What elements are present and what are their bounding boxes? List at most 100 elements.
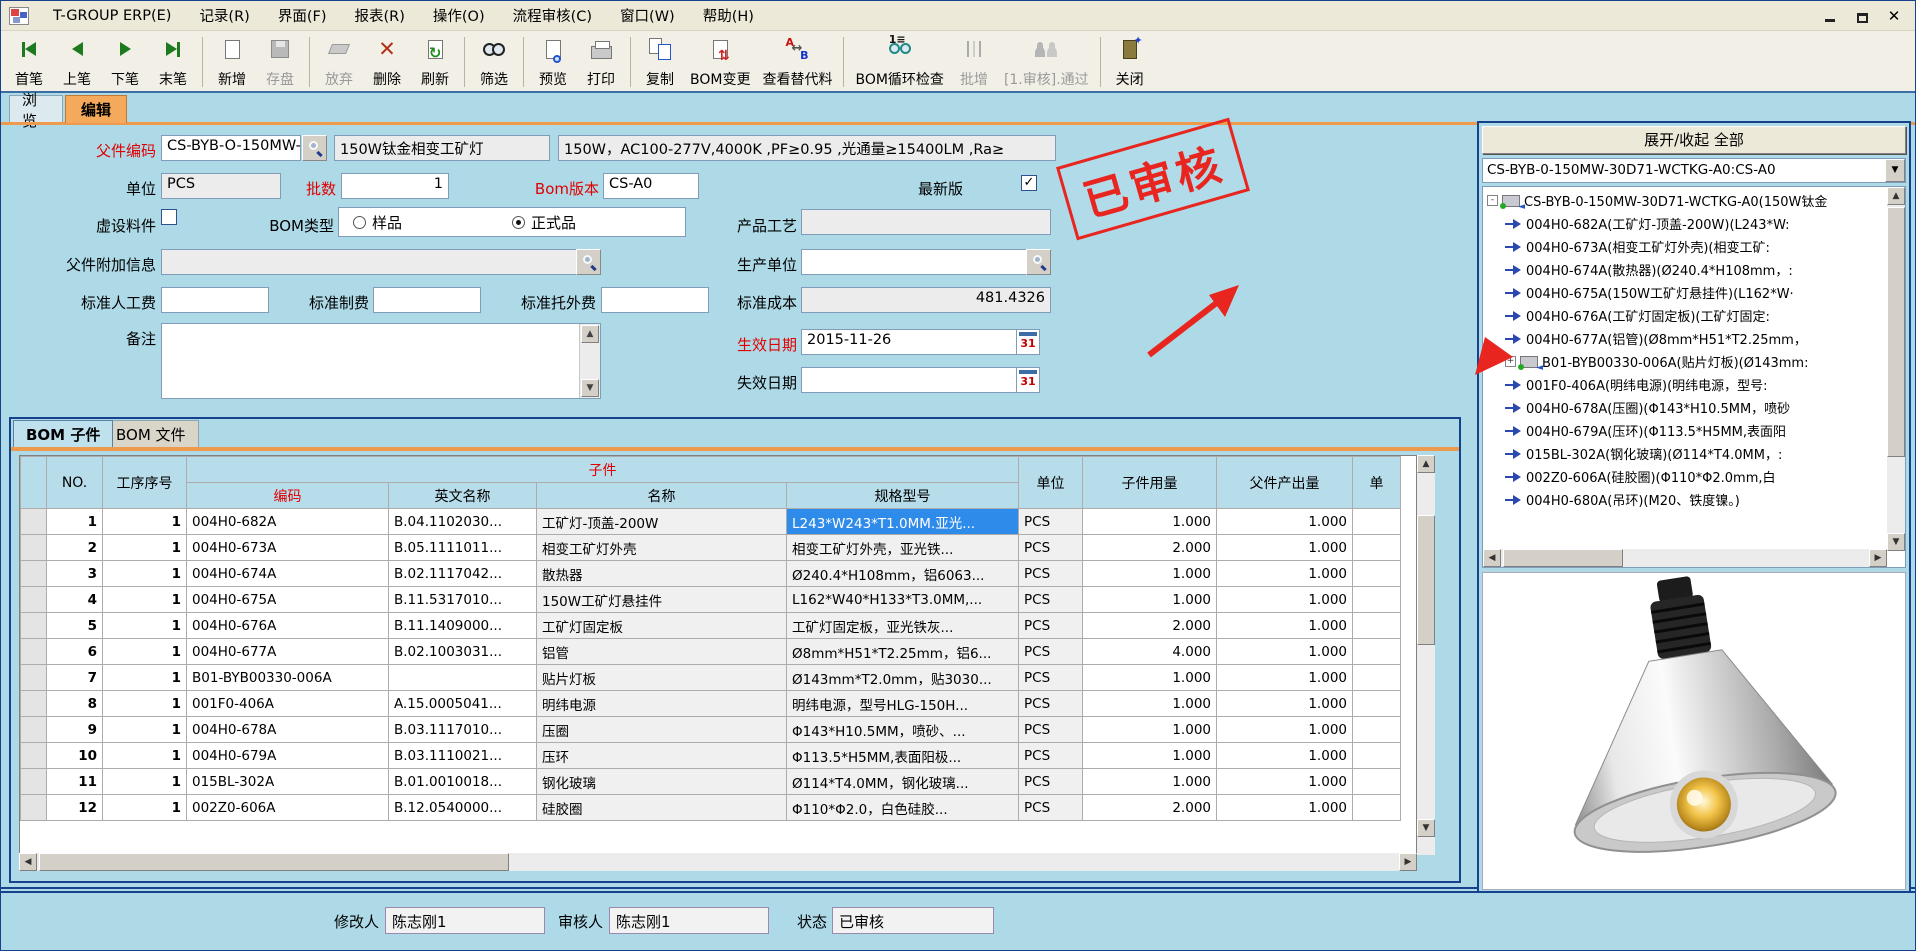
tree-item[interactable]: 004H0-675A(150W工矿灯悬挂件)(L162*W· <box>1485 281 1887 304</box>
table-cell[interactable]: 004H0-682A <box>187 509 389 535</box>
toolbar-close-button[interactable]: 关闭 <box>1106 33 1154 91</box>
scroll-left-icon[interactable]: ◀ <box>1483 549 1501 567</box>
table-cell[interactable]: PCS <box>1019 795 1083 821</box>
table-cell[interactable]: 004H0-674A <box>187 561 389 587</box>
menu-app[interactable]: T-GROUP ERP(E) <box>39 4 185 28</box>
expire-calendar-button[interactable]: 31 <box>1016 367 1040 393</box>
table-cell[interactable]: 2.000 <box>1083 535 1217 561</box>
table-cell[interactable]: PCS <box>1019 665 1083 691</box>
table-cell[interactable]: 1.000 <box>1083 743 1217 769</box>
table-cell[interactable]: 工矿灯固定板 <box>537 613 787 639</box>
table-cell[interactable]: 1.000 <box>1217 691 1353 717</box>
table-cell[interactable]: B.04.1102030... <box>389 509 537 535</box>
toolbar-substitute-button[interactable]: A↔B查看替代料 <box>756 33 838 91</box>
table-vscroll-thumb[interactable] <box>1417 515 1435 645</box>
table-cell[interactable]: PCS <box>1019 587 1083 613</box>
table-cell[interactable]: 2.000 <box>1083 613 1217 639</box>
table-cell[interactable]: 004H0-673A <box>187 535 389 561</box>
table-cell[interactable]: 工矿灯-顶盖-200W <box>537 509 787 535</box>
tree-item[interactable]: 004H0-682A(工矿灯-顶盖-200W)(L243*W: <box>1485 212 1887 235</box>
table-cell[interactable]: 1 <box>103 639 187 665</box>
table-cell[interactable]: PCS <box>1019 613 1083 639</box>
table-vertical-scrollbar[interactable]: ▲ ▼ <box>1417 455 1435 855</box>
tree-item[interactable]: 004H0-676A(工矿灯固定板)(工矿灯固定: <box>1485 304 1887 327</box>
prod-unit-field[interactable] <box>801 249 1027 275</box>
table-cell[interactable]: 贴片灯板 <box>537 665 787 691</box>
row-selector[interactable] <box>21 691 47 717</box>
scroll-up-icon[interactable]: ▲ <box>1887 187 1905 205</box>
bom-type-sample-radio[interactable]: 样品 <box>353 212 402 233</box>
table-cell[interactable] <box>1353 717 1401 743</box>
table-cell[interactable]: 1.000 <box>1217 717 1353 743</box>
table-row[interactable]: 121002Z0-606AB.12.0540000...硅胶圈Φ110*Φ2.0… <box>21 795 1401 821</box>
table-cell[interactable]: PCS <box>1019 743 1083 769</box>
scroll-up-icon[interactable]: ▲ <box>581 325 599 343</box>
table-cell[interactable]: L162*W40*H133*T3.0MM,... <box>787 587 1019 613</box>
table-cell[interactable]: 钢化玻璃 <box>537 769 787 795</box>
col-spec[interactable]: 规格型号 <box>787 483 1019 509</box>
toolbar-last-button[interactable]: 末笔 <box>149 33 197 91</box>
table-cell[interactable]: 1 <box>103 717 187 743</box>
table-cell[interactable] <box>1353 587 1401 613</box>
toolbar-print-button[interactable]: 打印 <box>577 33 625 91</box>
table-cell[interactable]: B.02.1117042... <box>389 561 537 587</box>
table-cell[interactable]: 1.000 <box>1217 509 1353 535</box>
table-cell[interactable]: B.01.0010018... <box>389 769 537 795</box>
table-cell[interactable]: 1 <box>103 665 187 691</box>
table-cell[interactable]: L243*W243*T1.0MM.亚光... <box>787 509 1019 535</box>
table-cell[interactable]: Ø114*T4.0MM，钢化玻璃... <box>787 769 1019 795</box>
toolbar-new-button[interactable]: 新增 <box>208 33 256 91</box>
tree-item[interactable]: +B01-BYB00330-006A(贴片灯板)(Ø143mm: <box>1485 350 1887 373</box>
scroll-down-icon[interactable]: ▼ <box>581 379 599 397</box>
parent-code-field[interactable]: CS-BYB-O-150MW-3 <box>161 135 301 161</box>
bom-version-field[interactable]: CS-A0 <box>603 173 699 199</box>
table-cell[interactable]: 1.000 <box>1083 587 1217 613</box>
effective-date-field[interactable]: 2015-11-26 <box>801 329 1017 355</box>
table-cell[interactable]: 硅胶圈 <box>537 795 787 821</box>
table-cell[interactable]: 铝管 <box>537 639 787 665</box>
table-cell[interactable]: 1 <box>103 561 187 587</box>
tree-horizontal-scrollbar[interactable]: ◀ ▶ <box>1483 549 1887 567</box>
table-cell[interactable]: 1.000 <box>1083 509 1217 535</box>
table-cell[interactable] <box>1353 691 1401 717</box>
latest-version-checkbox[interactable]: ✓ <box>1021 175 1037 191</box>
tab-browse[interactable]: 浏览 <box>9 95 63 123</box>
table-cell[interactable] <box>1353 639 1401 665</box>
table-cell[interactable]: 1.000 <box>1217 743 1353 769</box>
row-selector[interactable] <box>21 535 47 561</box>
menu-record[interactable]: 记录(R) <box>185 1 263 30</box>
table-cell[interactable]: 3 <box>47 561 103 587</box>
table-cell[interactable]: Ø240.4*H108mm，铝6063... <box>787 561 1019 587</box>
table-cell[interactable]: 相变工矿灯外壳 <box>537 535 787 561</box>
table-cell[interactable]: A.15.0005041... <box>389 691 537 717</box>
table-row[interactable]: 81001F0-406AA.15.0005041...明纬电源明纬电源，型号HL… <box>21 691 1401 717</box>
row-selector[interactable] <box>21 743 47 769</box>
table-cell[interactable]: B.03.1117010... <box>389 717 537 743</box>
menu-interface[interactable]: 界面(F) <box>264 1 341 30</box>
table-cell[interactable]: 001F0-406A <box>187 691 389 717</box>
table-cell[interactable]: 1 <box>103 769 187 795</box>
toolbar-next-button[interactable]: 下笔 <box>101 33 149 91</box>
table-cell[interactable]: 6 <box>47 639 103 665</box>
table-cell[interactable]: 1 <box>47 509 103 535</box>
table-row[interactable]: 31004H0-674AB.02.1117042...散热器Ø240.4*H10… <box>21 561 1401 587</box>
table-cell[interactable]: Φ143*H10.5MM，喷砂、... <box>787 717 1019 743</box>
std-mfg-field[interactable] <box>373 287 481 313</box>
table-cell[interactable]: 1.000 <box>1083 561 1217 587</box>
table-cell[interactable]: 1.000 <box>1217 587 1353 613</box>
table-cell[interactable]: 4.000 <box>1083 639 1217 665</box>
toolbar-loopcheck-button[interactable]: 1≡BOM循环检查 <box>849 33 949 91</box>
scroll-up-icon[interactable]: ▲ <box>1417 455 1435 473</box>
table-row[interactable]: 11004H0-682AB.04.1102030...工矿灯-顶盖-200WL2… <box>21 509 1401 535</box>
table-row[interactable]: 91004H0-678AB.03.1117010...压圈Φ143*H10.5M… <box>21 717 1401 743</box>
table-cell[interactable]: 1.000 <box>1217 769 1353 795</box>
table-cell[interactable]: 5 <box>47 613 103 639</box>
row-selector[interactable] <box>21 769 47 795</box>
table-cell[interactable] <box>1353 613 1401 639</box>
table-horizontal-scrollbar[interactable]: ◀ ▶ <box>19 853 1417 871</box>
tree-item[interactable]: 004H0-674A(散热器)(Ø240.4*H108mm，: <box>1485 258 1887 281</box>
table-cell[interactable]: 1.000 <box>1083 769 1217 795</box>
table-row[interactable]: 71B01-BYB00330-006A贴片灯板Ø143mm*T2.0mm，贴30… <box>21 665 1401 691</box>
effective-calendar-button[interactable]: 31 <box>1016 329 1040 355</box>
table-cell[interactable]: 1.000 <box>1217 561 1353 587</box>
